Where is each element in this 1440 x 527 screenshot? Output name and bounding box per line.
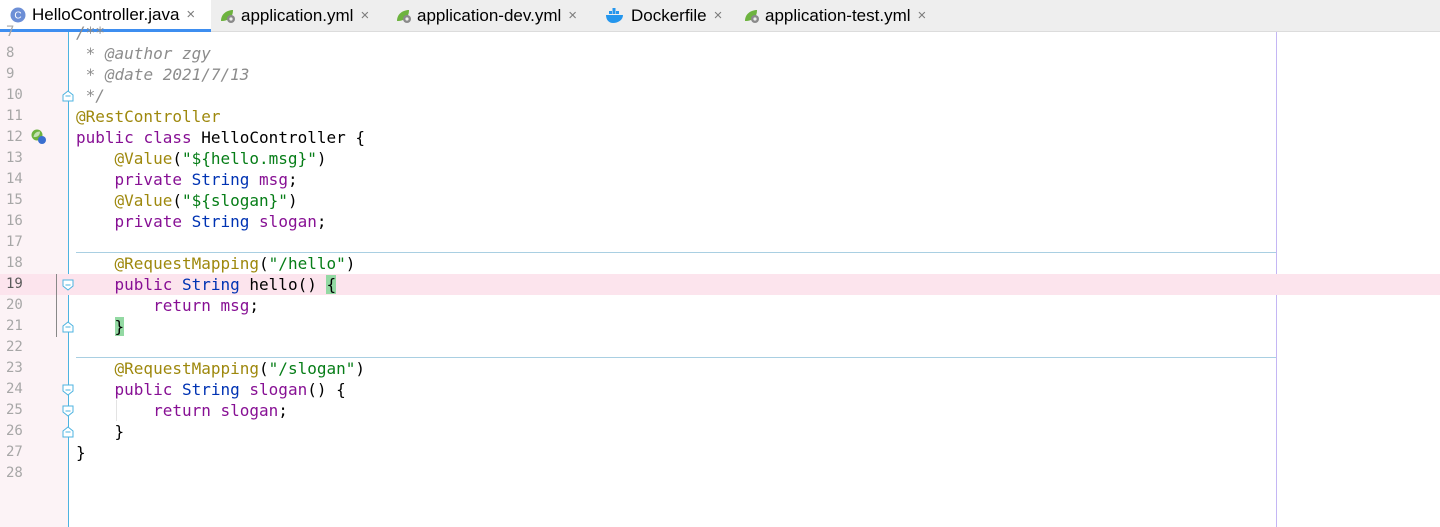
code-text: } (114, 317, 125, 336)
java-class-icon: C (10, 7, 26, 23)
method-separator (76, 252, 1276, 253)
code-line[interactable]: 9 * @date 2021/7/13 (0, 64, 1440, 85)
line-number: 11 (6, 108, 23, 124)
line-number: 24 (6, 381, 23, 397)
code-text: private String msg; (114, 170, 298, 189)
fold-toggle-icon[interactable] (62, 279, 74, 291)
code-text: */ (76, 86, 105, 105)
svg-text:C: C (14, 10, 21, 21)
code-text: private String slogan; (114, 212, 327, 231)
line-number: 16 (6, 213, 23, 229)
code-text: /** (76, 23, 105, 42)
line-number: 13 (6, 150, 23, 166)
line-number: 28 (6, 465, 23, 481)
code-text: * @date 2021/7/13 (76, 65, 250, 84)
code-text: public class HelloController { (76, 128, 366, 147)
line-number: 8 (6, 45, 15, 61)
fold-toggle-icon[interactable] (62, 405, 74, 417)
code-line[interactable]: 11 @RestController (0, 106, 1440, 127)
line-number: 18 (6, 255, 23, 271)
code-line[interactable]: 24 public String slogan() { (0, 379, 1440, 400)
code-line[interactable]: 17 (0, 232, 1440, 253)
line-number: 26 (6, 423, 23, 439)
code-line[interactable]: 14 private String msg; (0, 169, 1440, 190)
line-number: 10 (6, 87, 23, 103)
code-text: public String slogan() { (114, 380, 346, 399)
fold-toggle-icon[interactable] (62, 90, 74, 102)
line-number: 14 (6, 171, 23, 187)
code-line[interactable]: 10 */ (0, 85, 1440, 106)
changed-lines-marker (56, 274, 57, 337)
line-number: 12 (6, 129, 23, 145)
close-icon[interactable]: × (186, 6, 195, 23)
line-number: 27 (6, 444, 23, 460)
code-line[interactable]: 27} (0, 442, 1440, 463)
code-text: public String hello() { (114, 275, 337, 294)
code-line[interactable]: 28 (0, 463, 1440, 484)
code-text: * @author zgy (76, 44, 211, 63)
code-text: @RestController (76, 107, 221, 126)
spring-bean-gutter-icon[interactable] (31, 129, 47, 145)
code-line[interactable]: 12 public class HelloController { (0, 127, 1440, 148)
code-line[interactable]: 22 (0, 337, 1440, 358)
line-number: 22 (6, 339, 23, 355)
code-text: } (76, 422, 125, 441)
code-editor[interactable]: 7/** 8 * @author zgy 9 * @date 2021/7/13 10… (0, 23, 1440, 527)
code-line[interactable]: 26 } (0, 421, 1440, 442)
code-line[interactable]: 19 public String hello() { (0, 274, 1440, 295)
code-line[interactable]: 16 private String slogan; (0, 211, 1440, 232)
code-text: @Value("${slogan}") (114, 191, 298, 210)
fold-toggle-icon[interactable] (62, 321, 74, 333)
code-line[interactable]: 18 @RequestMapping("/hello") (0, 253, 1440, 274)
line-number: 25 (6, 402, 23, 418)
code-line[interactable]: 21 } (0, 316, 1440, 337)
line-number: 23 (6, 360, 23, 376)
code-line[interactable]: 7 /** (0, 22, 1440, 43)
code-text: return slogan; (153, 401, 288, 420)
code-text: @RequestMapping("/hello") (114, 254, 356, 273)
code-line[interactable]: 8 * @author zgy (0, 43, 1440, 64)
fold-toggle-icon[interactable] (62, 426, 74, 438)
line-number: 9 (6, 66, 15, 82)
code-line[interactable]: 23 @RequestMapping("/slogan") (0, 358, 1440, 379)
code-text: } (76, 443, 86, 462)
line-number: 19 (6, 276, 23, 292)
code-line[interactable]: 13 @Value("${hello.msg}") (0, 148, 1440, 169)
indent-guide (116, 400, 117, 421)
line-number: 15 (6, 192, 23, 208)
line-number: 20 (6, 297, 23, 313)
code-line[interactable]: 15 @Value("${slogan}") (0, 190, 1440, 211)
code-line[interactable]: 25 return slogan; (0, 400, 1440, 421)
line-number: 7 (6, 24, 15, 40)
code-line[interactable]: 20 return msg; (0, 295, 1440, 316)
code-text: return msg; (153, 296, 260, 315)
line-number: 21 (6, 318, 23, 334)
code-text: @RequestMapping("/slogan") (114, 359, 366, 378)
fold-toggle-icon[interactable] (62, 384, 74, 396)
method-separator (76, 357, 1276, 358)
code-text: @Value("${hello.msg}") (114, 149, 327, 168)
line-number: 17 (6, 234, 23, 250)
